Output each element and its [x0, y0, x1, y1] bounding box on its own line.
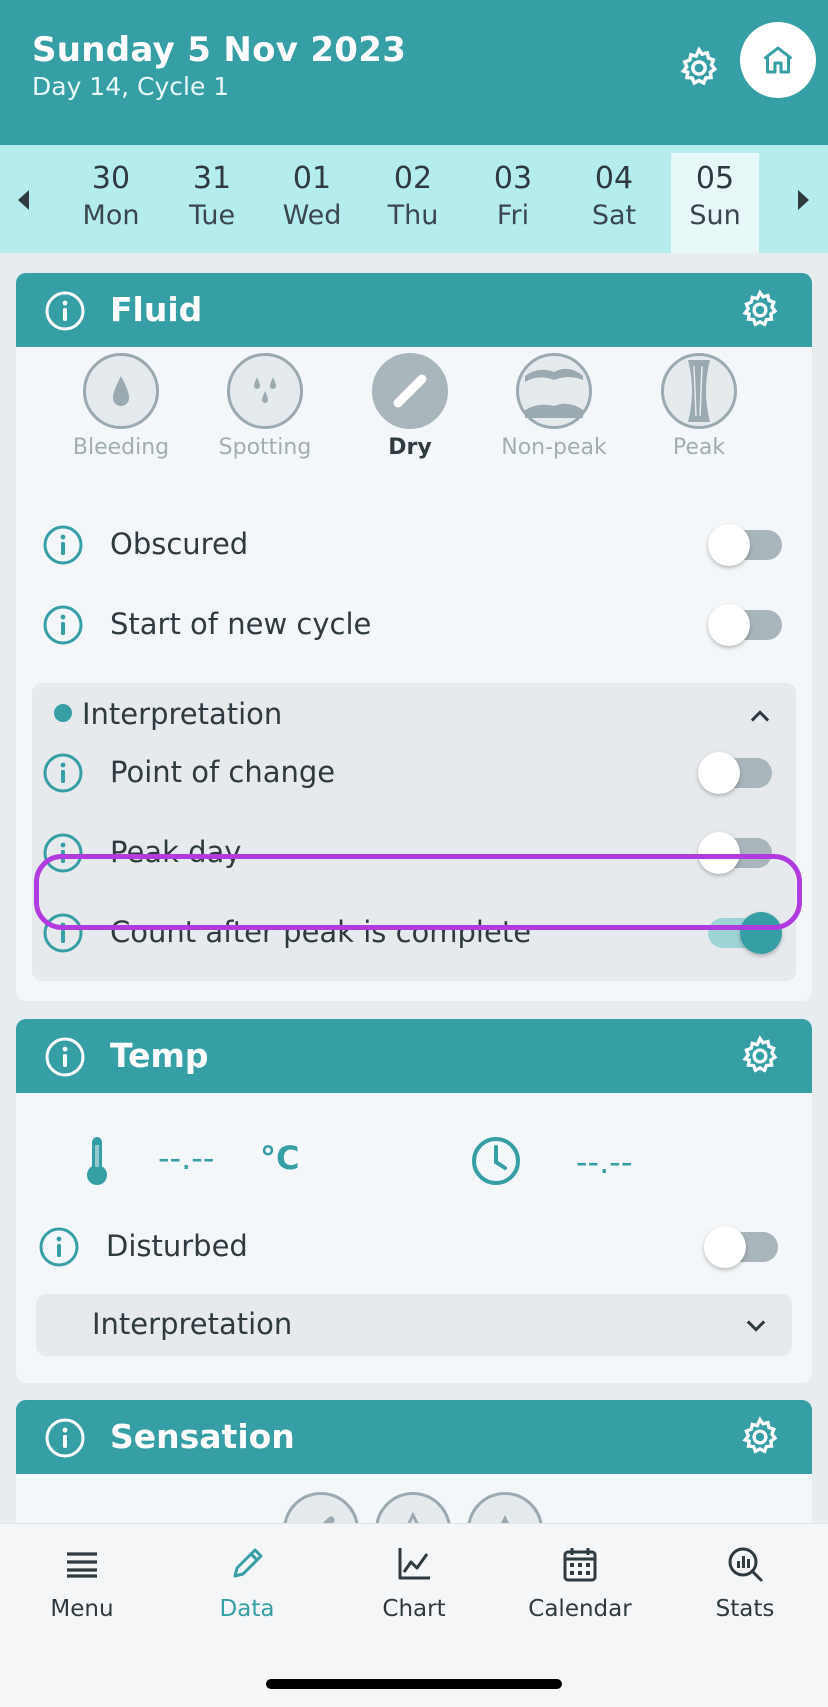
info-icon[interactable]	[44, 290, 86, 332]
info-icon[interactable]	[38, 1226, 80, 1268]
day-item[interactable]: 30 Mon	[67, 153, 155, 253]
dry-stroke-icon	[393, 374, 427, 408]
point-of-change-label: Point of change	[110, 755, 336, 789]
day-item[interactable]: 03 Fri	[469, 153, 557, 253]
new-cycle-toggle[interactable]	[708, 604, 782, 646]
date-strip: 30 Mon 31 Tue 01 Wed 02 Thu 03 Fri 04 Sat 05 Su…	[0, 145, 828, 253]
status-dot	[54, 704, 72, 722]
obscured-row: Obscured	[16, 515, 812, 575]
temperature-value[interactable]: --.--	[158, 1139, 214, 1177]
disturbed-label: Disturbed	[106, 1229, 248, 1263]
pencil-icon	[233, 1548, 263, 1578]
sensation-title: Sensation	[110, 1417, 295, 1456]
obscured-toggle[interactable]	[708, 524, 782, 566]
sensation-card: Sensation	[16, 1400, 812, 1523]
temp-entry-row: --.-- °C --.--	[16, 1127, 812, 1197]
menu-icon	[67, 1552, 97, 1578]
fluid-option-non-peak[interactable]: Non-peak	[499, 353, 609, 460]
drop-icon	[501, 1515, 509, 1523]
day-item-selected[interactable]: 05 Sun	[671, 153, 759, 253]
new-cycle-row: Start of new cycle	[16, 595, 812, 655]
disturbed-toggle[interactable]	[704, 1226, 778, 1268]
point-of-change-toggle[interactable]	[698, 752, 772, 794]
sensation-option-moist[interactable]	[375, 1492, 451, 1523]
chevron-up-icon[interactable]	[746, 703, 774, 731]
calendar-icon	[563, 1548, 597, 1582]
nav-calendar[interactable]: Calendar	[510, 1544, 650, 1622]
info-icon[interactable]	[44, 1036, 86, 1078]
fluid-title: Fluid	[110, 290, 203, 329]
drop-icon	[113, 376, 129, 406]
chevron-down-icon[interactable]	[742, 1311, 770, 1339]
settings-gear-icon[interactable]	[676, 45, 722, 91]
highlight-annotation	[34, 854, 802, 930]
new-cycle-label: Start of new cycle	[110, 607, 372, 641]
chart-icon	[398, 1548, 430, 1580]
nav-data[interactable]: Data	[177, 1544, 317, 1622]
nav-stats[interactable]: Stats	[675, 1544, 815, 1622]
info-icon[interactable]	[42, 524, 84, 566]
non-peak-icon	[525, 368, 583, 418]
sensation-options	[16, 1480, 812, 1523]
bottom-navigation: Menu Data Chart Calendar Stats	[0, 1523, 828, 1707]
day-item[interactable]: 04 Sat	[570, 153, 658, 253]
info-icon[interactable]	[42, 752, 84, 794]
data-entry-scroll[interactable]: Fluid Bleeding Spotting Dry Non-peak Pea…	[0, 253, 828, 1523]
sensation-option-dry[interactable]	[283, 1492, 359, 1523]
home-button[interactable]	[740, 22, 816, 98]
clock-icon	[472, 1137, 520, 1185]
fluid-option-spotting[interactable]: Spotting	[210, 353, 320, 460]
day-item[interactable]: 31 Tue	[168, 153, 256, 253]
fluid-card-header: Fluid	[16, 273, 812, 347]
temp-settings-gear-icon[interactable]	[738, 1034, 782, 1078]
fluid-option-dry[interactable]: Dry	[355, 353, 465, 460]
cycle-subtitle: Day 14, Cycle 1	[32, 72, 230, 101]
fluid-option-peak[interactable]: Peak	[644, 353, 754, 460]
day-item[interactable]: 01 Wed	[268, 153, 356, 253]
nav-chart[interactable]: Chart	[344, 1544, 484, 1622]
thermometer-icon	[87, 1137, 107, 1185]
peak-icon	[688, 360, 710, 422]
app-header: Sunday 5 Nov 2023 Day 14, Cycle 1	[0, 0, 828, 145]
temperature-unit: °C	[260, 1139, 300, 1177]
home-indicator	[266, 1679, 562, 1689]
dry-stroke-icon	[323, 1516, 335, 1523]
temp-title: Temp	[110, 1036, 209, 1075]
day-item[interactable]: 02 Thu	[369, 153, 457, 253]
temp-card: Temp --.-- °C --.-- Disturbed Interpreta…	[16, 1019, 812, 1383]
home-icon	[763, 46, 793, 74]
stats-icon	[728, 1547, 763, 1582]
info-icon[interactable]	[44, 1417, 86, 1459]
info-icon[interactable]	[42, 604, 84, 646]
disturbed-row: Disturbed	[16, 1217, 812, 1277]
obscured-label: Obscured	[110, 527, 249, 561]
temp-interpretation-panel[interactable]: Interpretation	[36, 1294, 792, 1356]
prev-week-arrow-icon[interactable]	[18, 190, 29, 210]
spots-icon	[254, 377, 276, 403]
fluid-options: Bleeding Spotting Dry Non-peak Peak	[16, 353, 812, 473]
temp-card-header: Temp	[16, 1019, 812, 1093]
interpretation-header[interactable]: Interpretation	[54, 697, 282, 731]
nav-menu[interactable]: Menu	[12, 1544, 152, 1622]
sensation-settings-gear-icon[interactable]	[738, 1415, 782, 1459]
page-title: Sunday 5 Nov 2023	[32, 30, 407, 70]
fluid-option-bleeding[interactable]: Bleeding	[66, 353, 176, 460]
next-week-arrow-icon[interactable]	[798, 190, 809, 210]
drop-outline-icon	[407, 1511, 419, 1523]
point-of-change-row: Point of change	[16, 743, 812, 803]
sensation-card-header: Sensation	[16, 1400, 812, 1474]
time-value[interactable]: --.--	[576, 1143, 632, 1181]
fluid-card: Fluid Bleeding Spotting Dry Non-peak Pea…	[16, 273, 812, 1001]
interpretation-header: Interpretation	[92, 1307, 293, 1341]
sensation-option-wet[interactable]	[467, 1492, 543, 1523]
fluid-interpretation-panel: Interpretation Point of change Peak day …	[32, 683, 796, 981]
fluid-settings-gear-icon[interactable]	[738, 288, 782, 332]
